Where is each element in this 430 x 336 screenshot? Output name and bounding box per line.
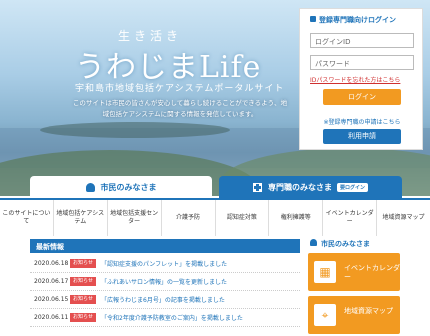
apply-button[interactable]: 利用申請 <box>323 129 401 144</box>
nav-about[interactable]: このサイトについて <box>0 200 53 236</box>
news-badge: お知らせ <box>70 295 96 304</box>
site-logo-title[interactable]: うわじまLife <box>75 42 261 86</box>
news-row[interactable]: 2020.06.17 お知らせ 「ふれあいサロン情報」の一覧を更新しました <box>30 273 300 291</box>
hero-islands <box>40 122 230 138</box>
apply-note: ※登録専門職の申請はこちら <box>323 119 401 126</box>
forgot-password-link[interactable]: IDパスワードを忘れた方はこちら <box>310 75 400 84</box>
nav-resource-map[interactable]: 地域資源マップ <box>376 200 430 236</box>
nav-support-center[interactable]: 地域包括支援センター <box>106 200 161 236</box>
login-heading: 登録専門職向けログイン <box>300 9 422 27</box>
news-badge: お知らせ <box>70 259 96 268</box>
tab-pro-label: 専門職のみなさま <box>267 182 332 192</box>
news-row[interactable]: 2020.06.11 お知らせ 「令和2年度介護予防教室のご案内」を掲載しました <box>30 309 300 327</box>
news-title[interactable]: 「ふれあいサロン情報」の一覧を更新しました <box>101 277 227 286</box>
login-required-badge: 要ログイン <box>336 182 368 192</box>
nav-event-calendar[interactable]: イベントカレンダー <box>322 200 376 236</box>
login-panel: 登録専門職向けログイン ログインID パスワード IDパスワードを忘れた方はこち… <box>299 8 423 150</box>
news-heading: 最新情報 <box>30 239 300 253</box>
login-id-input[interactable]: ログインID <box>310 33 414 48</box>
lock-icon <box>310 16 316 22</box>
event-calendar-card[interactable]: ▦ イベントカレンダー <box>308 253 400 291</box>
tab-citizen[interactable]: 市民のみなさま <box>30 176 212 198</box>
resource-map-label: 地域資源マップ <box>344 307 393 315</box>
site-caption: 宇和島市地域包括ケアシステムポータルサイト <box>75 84 285 94</box>
tab-citizen-label: 市民のみなさま <box>100 182 157 192</box>
tab-professional[interactable]: 専門職のみなさま 要ログイン <box>219 176 402 198</box>
news-badge: お知らせ <box>70 313 96 322</box>
news-date: 2020.06.11 <box>34 314 69 321</box>
news-title[interactable]: 「認知症支援のパンフレット」を掲載しました <box>101 259 227 268</box>
news-row[interactable]: 2020.06.15 お知らせ 「広報うわじま6月号」の記事を掲載しました <box>30 291 300 309</box>
main-navigation: このサイトについて 地域包括ケアシステム 地域包括支援センター 介護予防 認知症… <box>0 198 430 236</box>
nav-prevention[interactable]: 介護予防 <box>160 200 215 236</box>
resource-map-card[interactable]: ⌖ 地域資源マップ <box>308 296 400 334</box>
news-title[interactable]: 「令和2年度介護予防教室のご案内」を掲載しました <box>101 313 243 322</box>
password-input[interactable]: パスワード <box>310 55 414 70</box>
hero-description: このサイトは市民の皆さんが安心して暮らし続けることができるよう、地域包括ケアシス… <box>72 99 288 118</box>
side-heading-text: 市民のみなさま <box>321 240 370 248</box>
person-icon <box>310 239 317 246</box>
nav-care-system[interactable]: 地域包括ケアシステム <box>52 200 107 236</box>
news-date: 2020.06.15 <box>34 296 69 303</box>
news-title[interactable]: 「広報うわじま6月号」の記事を掲載しました <box>101 295 225 304</box>
side-heading: 市民のみなさま <box>310 239 370 249</box>
event-calendar-label: イベントカレンダー <box>344 264 400 281</box>
news-row[interactable]: 2020.06.18 お知らせ 「認知症支援のパンフレット」を掲載しました <box>30 255 300 273</box>
news-date: 2020.06.17 <box>34 278 69 285</box>
news-date: 2020.06.18 <box>34 260 69 267</box>
calendar-icon: ▦ <box>314 261 336 283</box>
map-icon: ⌖ <box>314 304 336 326</box>
medical-cross-icon <box>252 182 262 192</box>
login-button[interactable]: ログイン <box>323 89 401 105</box>
news-badge: お知らせ <box>70 277 96 286</box>
login-heading-text: 登録専門職向けログイン <box>319 16 396 24</box>
nav-dementia[interactable]: 認知症対策 <box>214 200 269 236</box>
nav-rights[interactable]: 権利擁護等 <box>268 200 322 236</box>
person-icon <box>85 182 95 192</box>
